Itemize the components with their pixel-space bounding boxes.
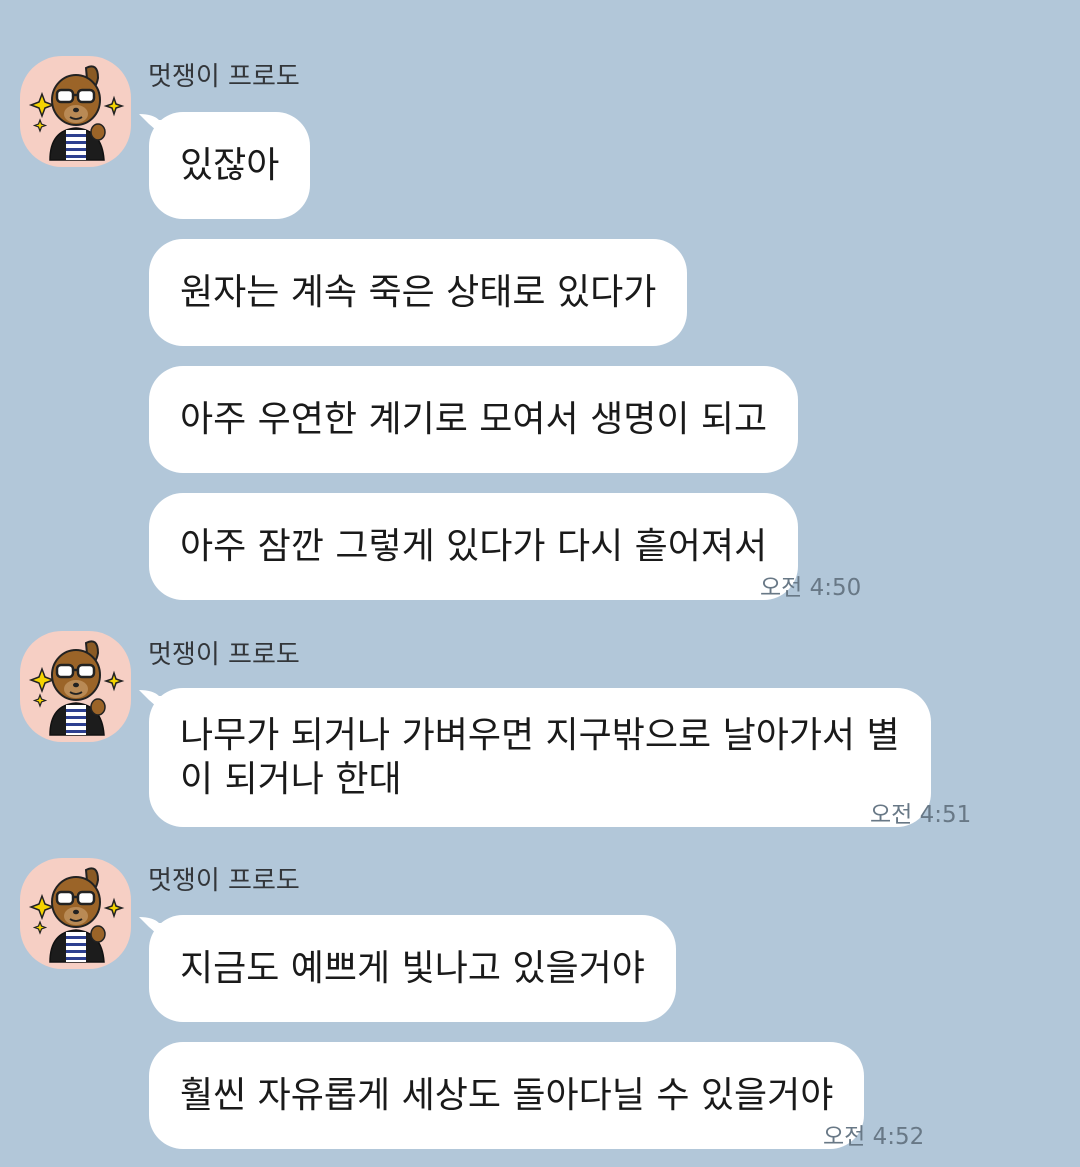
message-text: 훨씬 자유롭게 세상도 돌아다닐 수 있을거야	[180, 1074, 834, 1116]
sender-name: 멋쟁이 프로도	[148, 866, 300, 896]
message-timestamp: 오전 4:50	[760, 575, 862, 601]
frodo-dog-sunglasses-icon	[29, 867, 124, 964]
message-timestamp: 오전 4:51	[870, 802, 972, 828]
message-bubble[interactable]: 지금도 예쁘게 빛나고 있을거야	[139, 915, 676, 1022]
sender-name: 멋쟁이 프로도	[148, 640, 300, 670]
bubble-tail	[139, 690, 173, 724]
sender-name: 멋쟁이 프로도	[148, 62, 300, 92]
bubble-tail	[139, 917, 173, 951]
sender-avatar[interactable]	[20, 858, 131, 969]
message-text: 있잖아	[180, 144, 280, 186]
sender-avatar[interactable]	[20, 56, 131, 167]
message-text: 나무가 되거나 가벼우면 지구밖으로 날아가서 별 이 되거나 한대	[180, 714, 900, 800]
frodo-dog-sunglasses-icon	[29, 640, 124, 737]
bubble-tail	[139, 114, 173, 148]
message-bubble[interactable]: 아주 잠깐 그렇게 있다가 다시 흩어져서	[149, 493, 799, 600]
sender-avatar[interactable]	[20, 631, 131, 742]
message-bubble[interactable]: 있잖아	[139, 112, 311, 219]
message-bubble[interactable]: 나무가 되거나 가벼우면 지구밖으로 날아가서 별 이 되거나 한대	[139, 688, 931, 827]
message-text: 아주 우연한 계기로 모여서 생명이 되고	[180, 398, 768, 440]
frodo-dog-sunglasses-icon	[29, 65, 124, 162]
message-text: 원자는 계속 죽은 상태로 있다가	[180, 271, 657, 313]
message-bubble[interactable]: 원자는 계속 죽은 상태로 있다가	[149, 239, 688, 346]
message-text: 아주 잠깐 그렇게 있다가 다시 흩어져서	[180, 525, 768, 567]
message-text: 지금도 예쁘게 빛나고 있을거야	[180, 947, 645, 989]
message-timestamp: 오전 4:52	[823, 1124, 925, 1150]
message-bubble[interactable]: 훨씬 자유롭게 세상도 돌아다닐 수 있을거야	[149, 1042, 865, 1149]
message-bubble[interactable]: 아주 우연한 계기로 모여서 생명이 되고	[149, 366, 799, 473]
